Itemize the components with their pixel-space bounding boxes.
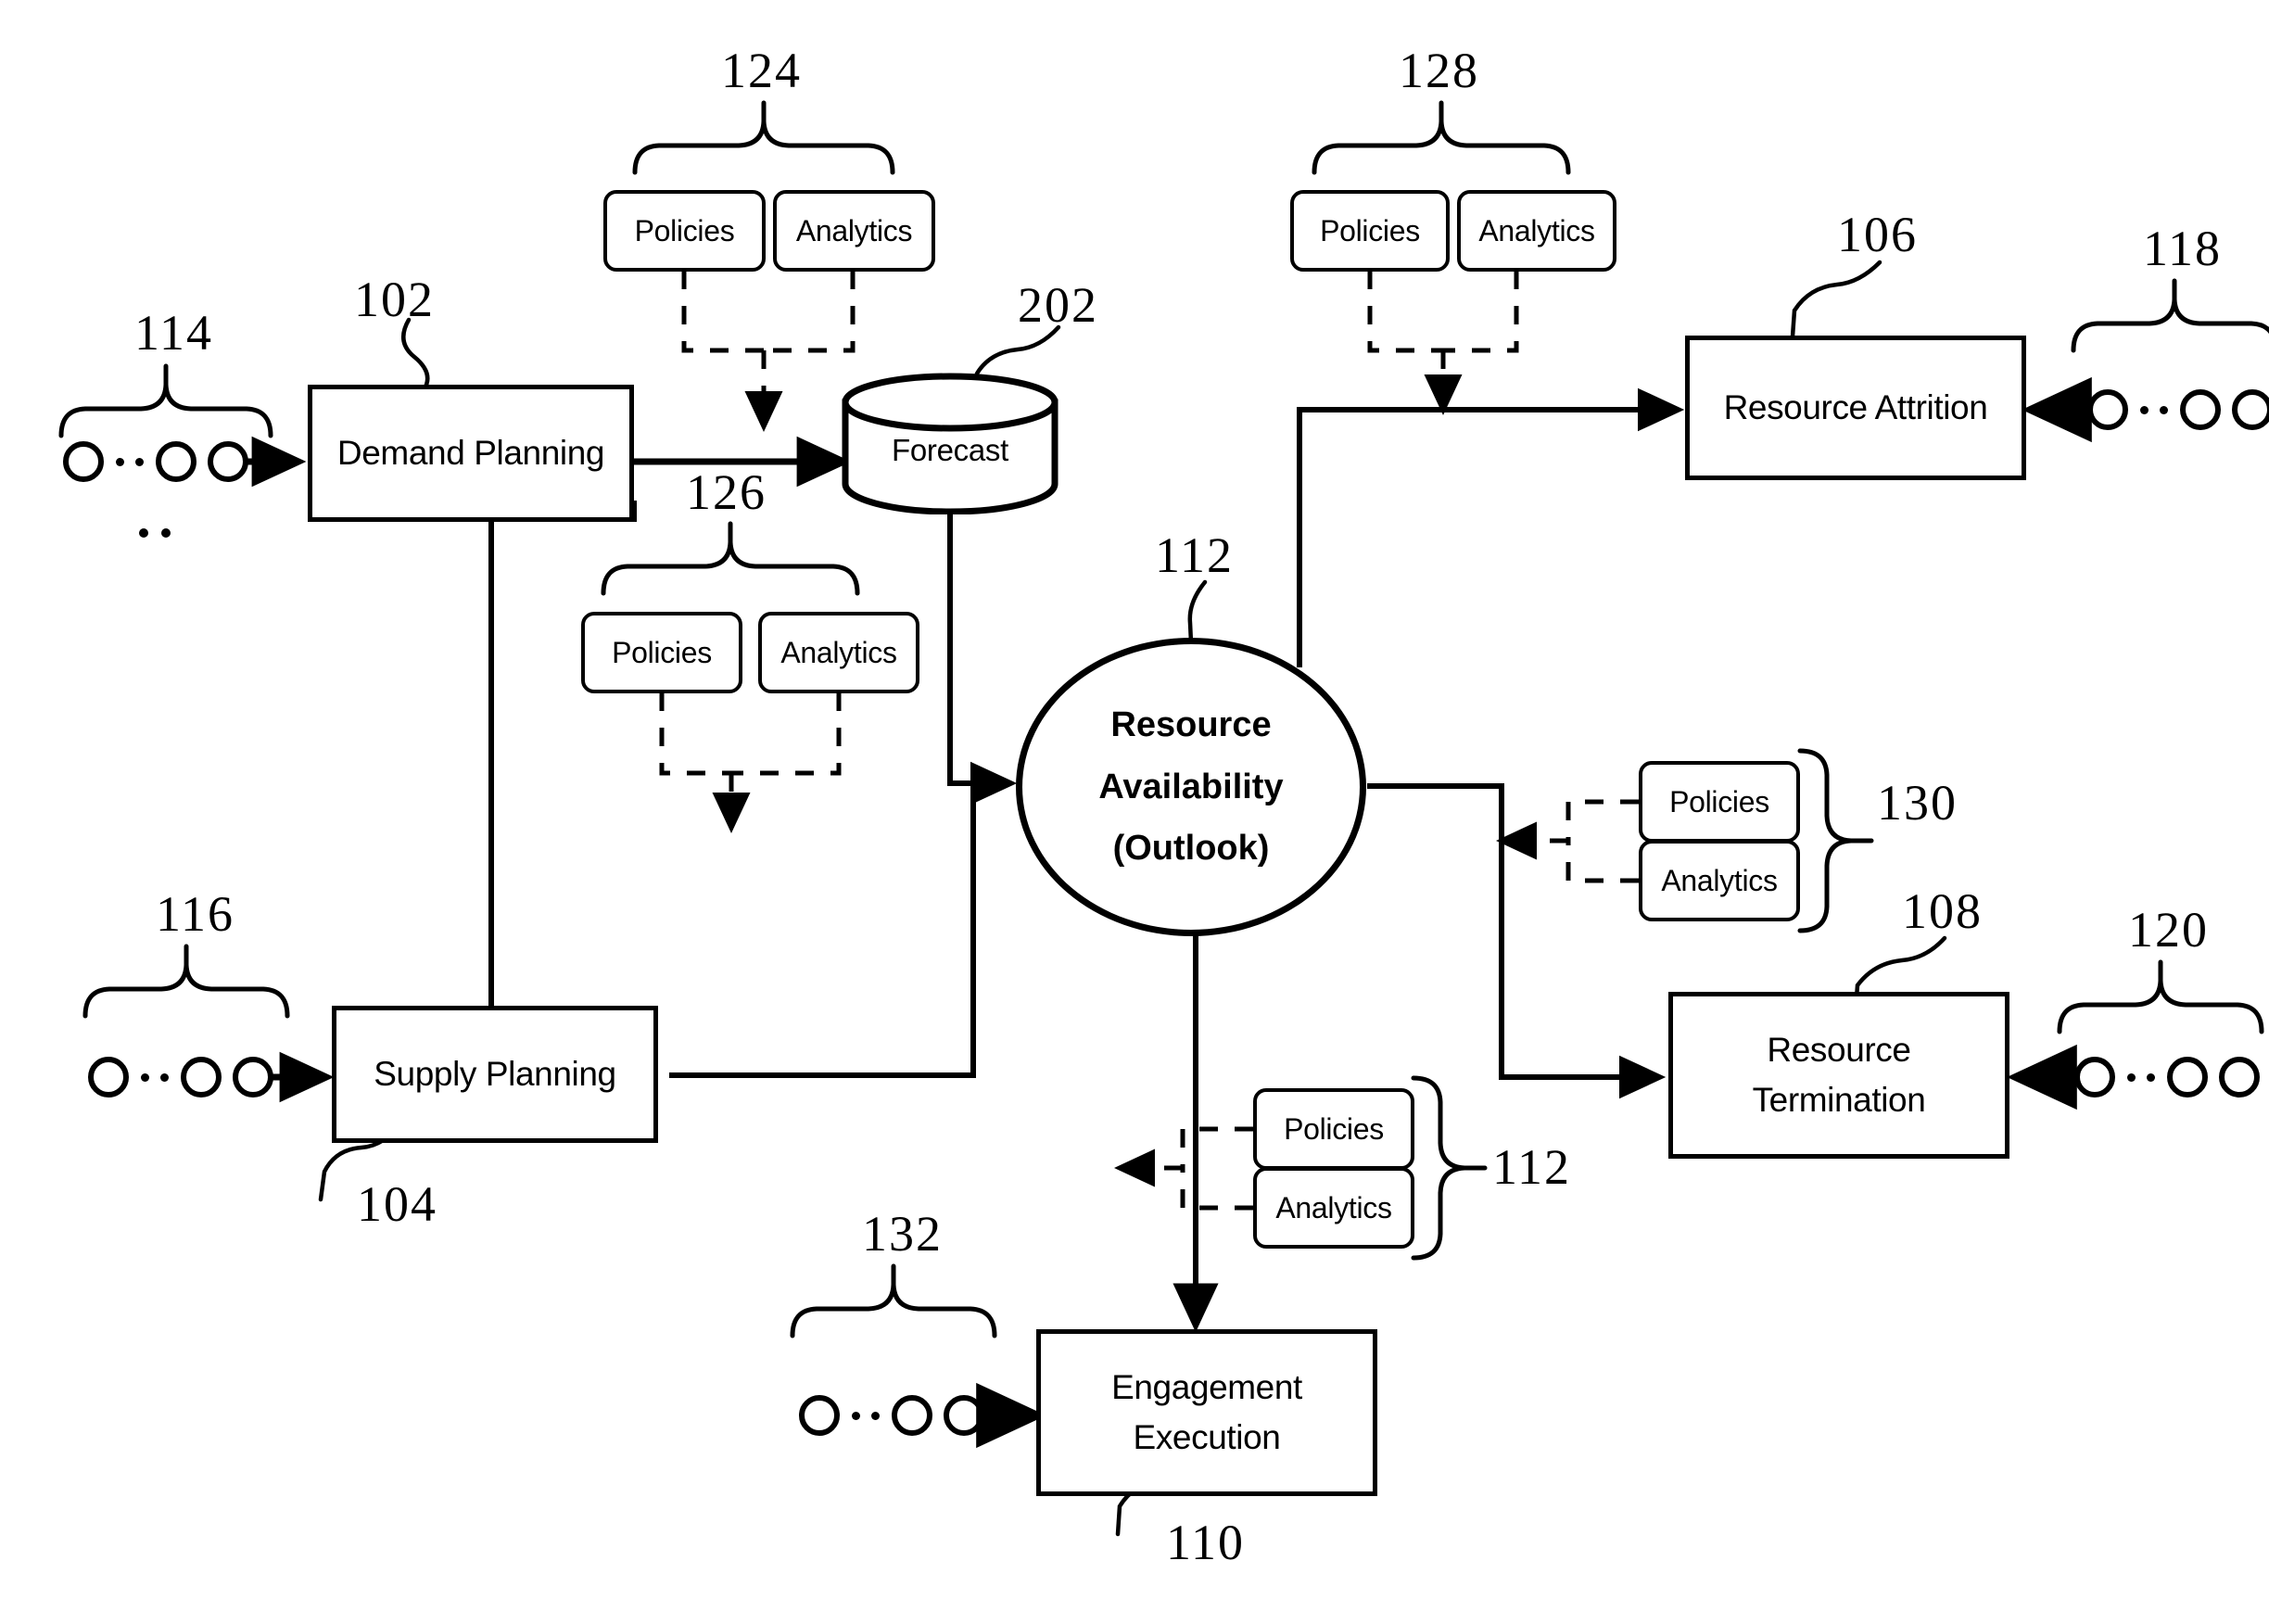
input-ellipsis xyxy=(2115,1072,2167,1082)
input-node-circle xyxy=(2232,389,2269,430)
policies-box-126[interactable]: Policies xyxy=(581,612,742,693)
input-ellipsis xyxy=(104,457,156,466)
ref-104: 104 xyxy=(357,1176,437,1232)
flow-forecast-to-hub xyxy=(947,514,1010,786)
resource-termination-label-1: Resource xyxy=(1767,1031,1911,1070)
input-node-circle xyxy=(799,1395,840,1436)
ref-132: 132 xyxy=(862,1206,943,1262)
ref-118: 118 xyxy=(2143,221,2222,276)
resource-termination-label-2: Termination xyxy=(1752,1081,1926,1119)
brace-112b xyxy=(1411,1075,1488,1261)
input-node-circle xyxy=(2167,1057,2208,1097)
input-cluster-132[interactable] xyxy=(799,1395,984,1436)
demand-planning-box[interactable]: Demand Planning xyxy=(308,385,634,522)
analytics-box-128[interactable]: Analytics xyxy=(1457,190,1616,272)
dashed-126 xyxy=(659,692,842,776)
ref-102: 102 xyxy=(354,272,435,327)
input-node-circle xyxy=(88,1057,129,1097)
engagement-execution-label-1: Engagement xyxy=(1111,1368,1302,1407)
brace-120 xyxy=(2057,959,2264,1034)
dashed-128 xyxy=(1367,271,1519,353)
brace-118 xyxy=(2071,278,2269,353)
resource-availability-hub[interactable]: Resource Availability (Outlook) xyxy=(1016,638,1366,936)
engagement-execution-label-2: Execution xyxy=(1133,1418,1281,1456)
ref-110: 110 xyxy=(1166,1515,1245,1570)
hub-label-1: Resource xyxy=(1110,705,1272,745)
demand-planning-label: Demand Planning xyxy=(336,434,605,473)
dashed-124 xyxy=(681,271,856,353)
input-node-circle xyxy=(233,1057,273,1097)
ref-130: 130 xyxy=(1877,775,1958,831)
policies-box-124[interactable]: Policies xyxy=(603,190,766,272)
brace-132 xyxy=(790,1263,997,1339)
forecast-datastore[interactable]: Forecast xyxy=(839,371,1061,514)
input-ellipsis xyxy=(840,1411,892,1420)
ref-112b: 112 xyxy=(1492,1139,1571,1195)
forecast-label: Forecast xyxy=(892,432,1008,467)
ref-108: 108 xyxy=(1902,883,1983,939)
leader-106 xyxy=(1790,260,1882,339)
ref-126: 126 xyxy=(686,464,767,520)
flow-supply-to-hub xyxy=(669,761,1018,1078)
policies-box-112b[interactable]: Policies xyxy=(1253,1088,1414,1170)
ref-116: 116 xyxy=(156,886,235,942)
input-node-circle xyxy=(208,441,248,482)
resource-attrition-box[interactable]: Resource Attrition xyxy=(1685,336,2026,480)
input-cluster-120[interactable] xyxy=(2074,1057,2260,1097)
input-ellipsis xyxy=(2128,405,2180,414)
brace-128 xyxy=(1312,100,1571,175)
analytics-box-130[interactable]: Analytics xyxy=(1639,840,1800,921)
resource-attrition-label: Resource Attrition xyxy=(1723,388,1988,427)
input-node-circle xyxy=(2219,1057,2260,1097)
input-node-circle xyxy=(944,1395,984,1436)
analytics-box-126[interactable]: Analytics xyxy=(758,612,919,693)
engagement-execution-box[interactable]: Engagement Execution xyxy=(1036,1329,1377,1496)
supply-planning-box[interactable]: Supply Planning xyxy=(332,1006,658,1143)
input-node-circle xyxy=(156,441,196,482)
analytics-box-124[interactable]: Analytics xyxy=(773,190,935,272)
brace-126 xyxy=(601,521,860,596)
supply-planning-label: Supply Planning xyxy=(374,1055,616,1094)
resource-termination-box[interactable]: Resource Termination xyxy=(1668,992,2009,1159)
ref-114: 114 xyxy=(134,305,213,361)
hub-label-2: Availability xyxy=(1098,767,1284,806)
input-ellipsis xyxy=(129,1072,181,1082)
ref-106: 106 xyxy=(1837,207,1918,262)
input-node-circle xyxy=(2074,1057,2115,1097)
input-node-circle xyxy=(63,441,104,482)
flow-demand-to-supply xyxy=(469,501,637,1078)
flow-hub-to-attrition xyxy=(1297,387,1685,667)
input-node-circle xyxy=(181,1057,222,1097)
input-cluster-116[interactable] xyxy=(88,1057,273,1097)
input-cluster-114[interactable] xyxy=(63,441,248,482)
flow-hub-to-termination xyxy=(1367,783,1667,1099)
input-node-circle xyxy=(2180,389,2221,430)
brace-130 xyxy=(1797,748,1874,933)
ref-124: 124 xyxy=(721,43,802,98)
input-node-circle xyxy=(892,1395,932,1436)
brace-124 xyxy=(632,100,895,175)
ref-128: 128 xyxy=(1399,43,1479,98)
input-node-circle xyxy=(2087,389,2128,430)
brace-114 xyxy=(58,363,273,438)
ref-112: 112 xyxy=(1155,527,1234,583)
ref-202: 202 xyxy=(1018,277,1098,333)
policies-box-130[interactable]: Policies xyxy=(1639,761,1800,843)
policies-box-128[interactable]: Policies xyxy=(1290,190,1450,272)
input-cluster-118[interactable] xyxy=(2087,389,2269,430)
diagram-canvas: 124 128 126 130 112 114 116 118 120 132 … xyxy=(0,0,2269,1624)
ref-120: 120 xyxy=(2128,902,2209,958)
brace-116 xyxy=(82,944,290,1019)
input-ellipsis-below-114 xyxy=(139,528,171,538)
hub-label-3: (Outlook) xyxy=(1112,829,1270,869)
analytics-box-112b[interactable]: Analytics xyxy=(1253,1167,1414,1249)
dashed-130 xyxy=(1565,799,1639,883)
